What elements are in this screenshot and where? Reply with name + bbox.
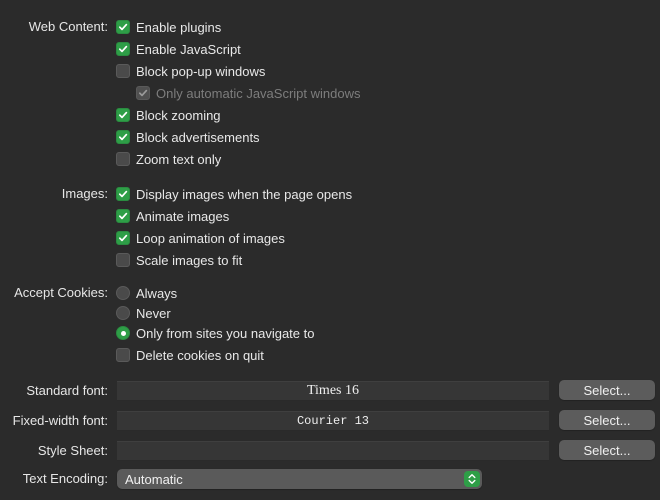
- fixed-width-font-field: Courier 13: [117, 411, 549, 431]
- checkbox-box: [116, 348, 130, 362]
- text-encoding-label: Text Encoding:: [22, 471, 108, 486]
- block-zooming-label: Block zooming: [136, 107, 221, 123]
- text-encoding-popup[interactable]: Automatic: [117, 469, 482, 489]
- chevron-up-down-icon: [464, 471, 480, 487]
- delete-cookies-label: Delete cookies on quit: [136, 347, 264, 363]
- style-sheet-select-button[interactable]: Select...: [559, 440, 655, 460]
- standard-font-field: Times 16: [117, 381, 549, 401]
- enable-javascript-label: Enable JavaScript: [136, 41, 241, 57]
- cookies-always-radio[interactable]: Always: [116, 285, 177, 301]
- loop-animation-label: Loop animation of images: [136, 230, 285, 246]
- radio-selected-icon: [116, 326, 130, 340]
- style-sheet-field: [117, 441, 549, 461]
- cookies-never-radio[interactable]: Never: [116, 305, 171, 321]
- zoom-text-only-checkbox[interactable]: Zoom text only: [116, 151, 221, 167]
- zoom-text-only-label: Zoom text only: [136, 151, 222, 167]
- checkmark-icon: [116, 209, 130, 223]
- accept-cookies-label: Accept Cookies:: [14, 285, 108, 300]
- display-images-checkbox[interactable]: Display images when the page opens: [116, 186, 352, 202]
- select-button-label: Select...: [583, 442, 631, 458]
- checkmark-icon: [116, 231, 130, 245]
- display-images-label: Display images when the page opens: [136, 186, 353, 202]
- standard-font-label: Standard font:: [26, 383, 108, 398]
- cookies-only-from-sites-radio[interactable]: Only from sites you navigate to: [116, 325, 314, 341]
- block-popups-checkbox[interactable]: Block pop-up windows: [116, 63, 265, 79]
- checkmark-icon: [136, 86, 150, 100]
- delete-cookies-checkbox[interactable]: Delete cookies on quit: [116, 347, 264, 363]
- checkmark-icon: [116, 42, 130, 56]
- standard-font-select-button[interactable]: Select...: [559, 380, 655, 400]
- checkmark-icon: [116, 130, 130, 144]
- checkmark-icon: [116, 20, 130, 34]
- cookies-never-label: Never: [136, 305, 171, 321]
- checkbox-box: [116, 152, 130, 166]
- checkmark-icon: [116, 187, 130, 201]
- enable-plugins-label: Enable plugins: [136, 19, 222, 35]
- fixed-width-font-value: Courier 13: [296, 414, 369, 428]
- only-automatic-js-windows-checkbox: Only automatic JavaScript windows: [136, 85, 360, 101]
- cookies-only-from-sites-label: Only from sites you navigate to: [136, 325, 315, 341]
- radio-circle: [116, 286, 130, 300]
- text-encoding-value: Automatic: [125, 471, 183, 487]
- enable-plugins-checkbox[interactable]: Enable plugins: [116, 19, 221, 35]
- animate-images-checkbox[interactable]: Animate images: [116, 208, 229, 224]
- block-zooming-checkbox[interactable]: Block zooming: [116, 107, 221, 123]
- fixed-width-font-select-button[interactable]: Select...: [559, 410, 655, 430]
- style-sheet-label: Style Sheet:: [37, 443, 108, 458]
- standard-font-value: Times 16: [306, 383, 359, 398]
- enable-javascript-checkbox[interactable]: Enable JavaScript: [116, 41, 241, 57]
- checkmark-icon: [116, 108, 130, 122]
- images-label: Images:: [61, 186, 108, 201]
- fixed-width-font-label: Fixed-width font:: [12, 413, 108, 428]
- scale-images-checkbox[interactable]: Scale images to fit: [116, 252, 242, 268]
- radio-circle: [116, 306, 130, 320]
- loop-animation-checkbox[interactable]: Loop animation of images: [116, 230, 285, 246]
- animate-images-label: Animate images: [136, 208, 230, 224]
- block-popups-label: Block pop-up windows: [136, 63, 266, 79]
- checkbox-box: [116, 253, 130, 267]
- checkbox-box: [116, 64, 130, 78]
- block-advertisements-checkbox[interactable]: Block advertisements: [116, 129, 260, 145]
- only-automatic-js-windows-label: Only automatic JavaScript windows: [156, 85, 361, 101]
- web-content-label: Web Content:: [28, 19, 108, 34]
- block-advertisements-label: Block advertisements: [136, 129, 260, 145]
- select-button-label: Select...: [583, 412, 631, 428]
- cookies-always-label: Always: [136, 285, 178, 301]
- scale-images-label: Scale images to fit: [136, 252, 243, 268]
- select-button-label: Select...: [583, 382, 631, 398]
